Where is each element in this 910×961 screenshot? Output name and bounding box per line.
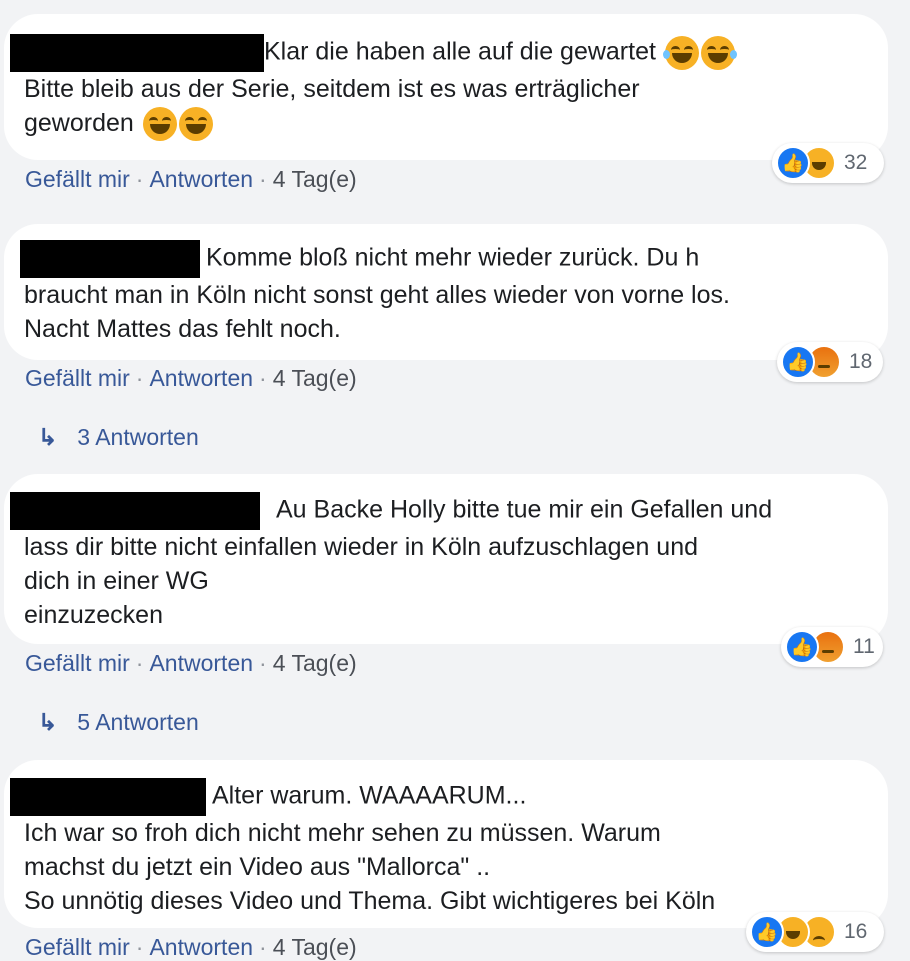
replies-count-label: 5 Antworten [77,709,199,735]
redacted-author-name [20,240,200,278]
separator-dot: · [135,650,144,676]
separator-dot: · [135,365,144,391]
comment-text: Klar die haben alle auf die gewartet [264,37,656,66]
comment-line: geworden [24,106,868,142]
tears-of-joy-emoji-icon [142,107,177,142]
like-link[interactable]: Gefällt mir [25,934,130,960]
comment-line: Klar die haben alle auf die gewartet [10,34,868,72]
reaction-count: 32 [844,151,868,174]
reply-link[interactable]: Antworten [149,166,253,192]
like-icon: 👍 [781,345,815,379]
comment-actions: Gefällt mir · Antworten · 4 Tag(e) [25,166,357,193]
separator-dot: · [259,650,267,676]
tears-of-joy-emoji-icon [700,36,737,70]
comment-actions: Gefällt mir · Antworten · 4 Tag(e) [25,650,357,677]
comment-line: Komme bloß nicht mehr wieder zurück. Du … [20,240,868,278]
separator-dot: · [259,365,267,391]
reactions-summary[interactable]: 👍 11 [781,627,883,667]
reply-link[interactable]: Antworten [149,365,253,391]
reaction-count: 16 [844,920,868,943]
reply-link[interactable]: Antworten [149,650,253,676]
comment-line: Alter warum. WAAAARUM... [10,778,868,816]
separator-dot: · [135,166,144,192]
comment-text: Komme bloß nicht mehr wieder zurück. Du … [206,243,700,272]
comment-text: Au Backe Holly bitte tue mir ein Gefalle… [276,495,773,524]
like-link[interactable]: Gefällt mir [25,166,130,192]
comment-text: Nacht Mattes das fehlt noch. [24,315,341,343]
timestamp[interactable]: 4 Tag(e) [273,934,357,960]
separator-dot: · [259,934,267,960]
comment-text: geworden [24,109,134,137]
view-replies-link[interactable]: ↳ 3 Antworten [38,424,199,451]
comment-text: dich in einer WG [24,567,209,595]
comment-line: Au Backe Holly bitte tue mir ein Gefalle… [10,492,868,530]
comment-actions: Gefällt mir · Antworten · 4 Tag(e) [25,934,357,961]
comment-text: Bitte bleib aus der Serie, seitdem ist e… [24,75,640,103]
redacted-author-name [10,778,206,816]
separator-dot: · [135,934,144,960]
like-link[interactable]: Gefällt mir [25,650,130,676]
reply-arrow-icon: ↳ [38,424,58,450]
comment-text: einzuzecken [24,601,163,629]
timestamp[interactable]: 4 Tag(e) [273,365,357,391]
replies-count-label: 3 Antworten [77,424,199,450]
comment-bubble: Klar die haben alle auf die gewartet Bit… [4,14,888,160]
comment-bubble: Alter warum. WAAAARUM... Ich war so froh… [4,760,888,928]
reaction-count: 11 [853,635,875,658]
redacted-author-name [10,492,260,530]
comment-text: braucht man in Köln nicht sonst geht all… [24,281,730,309]
tears-of-joy-emoji-icon [662,36,699,70]
reply-arrow-icon: ↳ [38,709,58,735]
comment-text: So unnötig dieses Video und Thema. Gibt … [24,887,716,915]
comment-text: Alter warum. WAAAARUM... [212,781,527,810]
timestamp[interactable]: 4 Tag(e) [273,166,357,192]
redacted-author-name [10,34,264,72]
comment-text: machst du jetzt ein Video aus "Mallorca"… [24,853,491,881]
reaction-count: 18 [849,350,873,373]
comment-bubble: Au Backe Holly bitte tue mir ein Gefalle… [4,474,888,644]
tears-of-joy-emoji-icon [178,107,213,142]
like-link[interactable]: Gefällt mir [25,365,130,391]
comment-text: lass dir bitte nicht einfallen wieder in… [24,533,699,561]
timestamp[interactable]: 4 Tag(e) [273,650,357,676]
comment-actions: Gefällt mir · Antworten · 4 Tag(e) [25,365,357,392]
comment-text: Ich war so froh dich nicht mehr sehen zu… [24,819,661,847]
comment-bubble: Komme bloß nicht mehr wieder zurück. Du … [4,224,888,360]
reply-link[interactable]: Antworten [149,934,253,960]
reactions-summary[interactable]: 👍 16 [746,912,884,952]
like-icon: 👍 [785,630,819,664]
like-icon: 👍 [750,915,784,949]
view-replies-link[interactable]: ↳ 5 Antworten [38,709,199,736]
separator-dot: · [259,166,267,192]
reactions-summary[interactable]: 👍 32 [772,143,884,183]
reactions-summary[interactable]: 👍 18 [777,342,883,382]
like-icon: 👍 [776,146,810,180]
